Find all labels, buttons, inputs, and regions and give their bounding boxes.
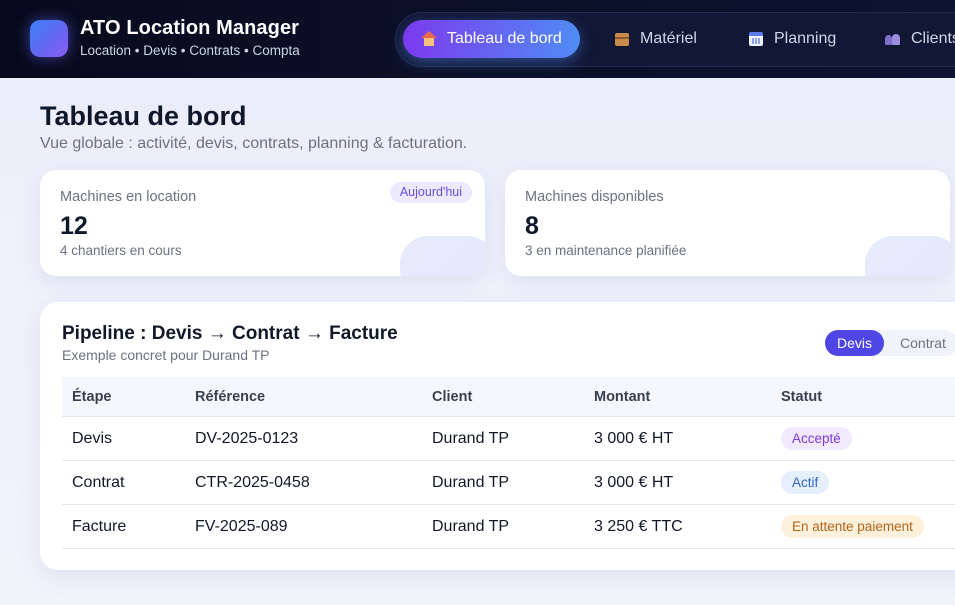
app-title: ATO Location Manager (80, 17, 300, 39)
kpi-card-machines-disponibles: Machines disponibles 8 3 en maintenance … (505, 170, 950, 276)
table-row[interactable]: Contrat CTR-2025-0458 Durand TP 3 000 € … (62, 460, 955, 505)
pipeline-segmented-control: Devis Contrat (825, 330, 955, 356)
nav-tab-planning[interactable]: Planning (730, 20, 854, 58)
main-nav: Tableau de bord Matériel Planning Client… (395, 12, 955, 67)
cell-montant: 3 000 € HT (584, 460, 771, 505)
column-header-etape: Étape (62, 377, 185, 417)
nav-tab-materiel[interactable]: Matériel (596, 20, 715, 58)
nav-tab-label: Matériel (640, 30, 697, 47)
column-header-montant: Montant (584, 377, 771, 417)
status-badge: Accepté (781, 427, 852, 450)
kpi-value: 12 (60, 212, 88, 240)
nav-tab-label: Planning (774, 30, 837, 47)
table-row[interactable]: Devis DV-2025-0123 Durand TP 3 000 € HT … (62, 416, 955, 461)
cell-etape: Devis (62, 416, 185, 461)
page-title: Tableau de bord (40, 101, 247, 131)
house-icon (421, 31, 437, 47)
people-icon (885, 31, 901, 47)
kpi-label: Machines en location (60, 189, 197, 205)
kpi-badge: Aujourd'hui (389, 182, 472, 203)
column-header-reference: Référence (185, 377, 422, 417)
cell-client: Durand TP (422, 460, 584, 505)
cell-statut: Actif (771, 460, 955, 505)
top-bar: ATO Location Manager Location • Devis • … (0, 0, 955, 78)
table-row[interactable]: Facture FV-2025-089 Durand TP 3 250 € TT… (62, 504, 955, 549)
cell-statut: En attente paiement (771, 504, 955, 549)
column-header-client: Client (422, 377, 584, 417)
card-decoration (865, 236, 950, 276)
app-logo (30, 20, 68, 57)
cell-reference: DV-2025-0123 (185, 416, 422, 461)
pipeline-table: Étape Référence Client Montant Statut De… (62, 377, 955, 549)
cell-reference: FV-2025-089 (185, 504, 422, 549)
cell-montant: 3 250 € TTC (584, 504, 771, 549)
nav-tab-label: Tableau de bord (447, 30, 562, 47)
nav-tab-tableau-de-bord[interactable]: Tableau de bord (403, 20, 580, 58)
page-subtitle: Vue globale : activité, devis, contrats,… (40, 135, 468, 152)
status-badge: En attente paiement (781, 515, 924, 538)
nav-tab-label: Clients (911, 30, 955, 47)
pipeline-panel: Pipeline : Devis → Contrat → Facture Exe… (40, 302, 955, 570)
table-header-row: Étape Référence Client Montant Statut (62, 377, 955, 417)
card-decoration (400, 236, 485, 276)
kpi-card-machines-en-location: Machines en location 12 4 chantiers en c… (40, 170, 485, 276)
pipeline-subtitle: Exemple concret pour Durand TP (62, 347, 270, 363)
cell-statut: Accepté (771, 416, 955, 461)
calendar-icon (748, 31, 764, 47)
cell-reference: CTR-2025-0458 (185, 460, 422, 505)
kpi-note: 4 chantiers en cours (60, 243, 182, 258)
status-badge: Actif (781, 471, 830, 494)
segment-devis[interactable]: Devis (825, 330, 885, 356)
kpi-note: 3 en maintenance planifiée (525, 243, 687, 258)
nav-tab-clients[interactable]: Clients (867, 20, 955, 58)
cell-client: Durand TP (422, 416, 584, 461)
kpi-label: Machines disponibles (525, 189, 664, 205)
cell-etape: Contrat (62, 460, 185, 505)
kpi-value: 8 (525, 212, 539, 240)
cell-etape: Facture (62, 504, 185, 549)
package-icon (614, 31, 630, 47)
cell-client: Durand TP (422, 504, 584, 549)
column-header-statut: Statut (771, 377, 955, 417)
cell-montant: 3 000 € HT (584, 416, 771, 461)
app-subtitle: Location • Devis • Contrats • Compta (80, 43, 300, 58)
segment-contrat[interactable]: Contrat (888, 330, 955, 356)
pipeline-title: Pipeline : Devis → Contrat → Facture (62, 323, 398, 344)
